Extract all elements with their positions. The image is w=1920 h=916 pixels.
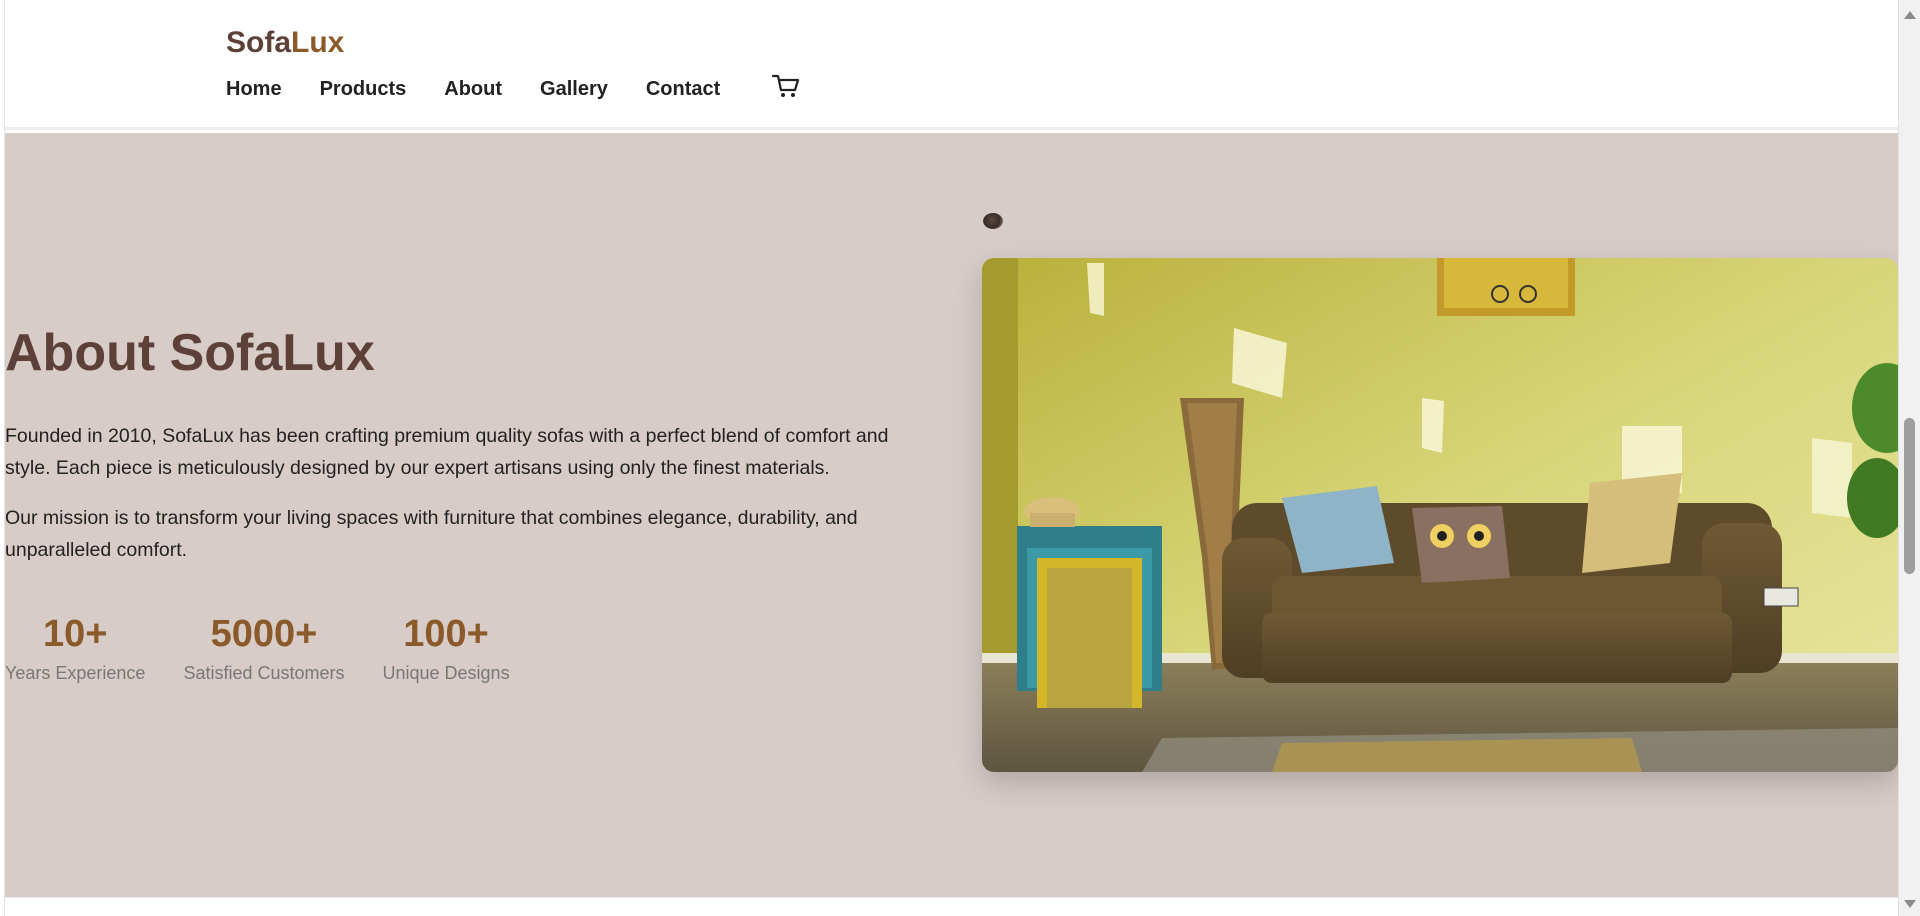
nav-products[interactable]: Products [320,78,407,101]
stat-label: Satisfied Customers [183,663,345,683]
site-header: SofaLux Home Products About Gallery Cont… [5,0,1898,130]
nav-home[interactable]: Home [226,78,282,101]
stat-designs: 100+ Unique Designs [383,611,510,684]
stat-years: 10+ Years Experience [5,611,145,684]
nav-contact[interactable]: Contact [646,78,720,101]
about-title: About SofaLux [5,324,375,382]
stat-value: 5000+ [210,613,318,655]
stat-customers: 5000+ Satisfied Customers [183,611,344,684]
browser-viewport: SofaLux Home Products About Gallery Cont… [0,0,1898,916]
scrollbar-thumb[interactable] [1904,418,1915,574]
site-logo[interactable]: SofaLux [226,26,344,60]
scroll-up-arrow-icon[interactable] [1904,11,1916,19]
stat-label: Years Experience [5,663,146,683]
stat-label: Unique Designs [382,663,510,683]
main-nav: Home Products About Gallery Contact [226,78,758,101]
stats-row: 10+ Years Experience 5000+ Satisfied Cus… [5,611,548,684]
next-section-edge [5,897,1898,916]
stat-value: 100+ [403,613,489,655]
about-paragraph-1: Founded in 2010, SofaLux has been crafti… [5,425,889,479]
cart-icon[interactable] [771,72,801,100]
scroll-down-arrow-icon[interactable] [1904,900,1916,908]
page-scrollbar[interactable] [1898,0,1920,916]
stat-value: 10+ [42,613,108,655]
decorative-dot [983,213,1003,229]
about-paragraph-2: Our mission is to transform your living … [5,507,858,561]
nav-about[interactable]: About [444,78,502,101]
about-section: About SofaLux Founded in 2010, SofaLux h… [5,133,1898,897]
nav-gallery[interactable]: Gallery [540,78,608,101]
logo-text-lux: Lux [291,26,345,59]
logo-text-sofa: Sofa [226,26,292,59]
living-room-sofa-photo [982,258,1898,772]
